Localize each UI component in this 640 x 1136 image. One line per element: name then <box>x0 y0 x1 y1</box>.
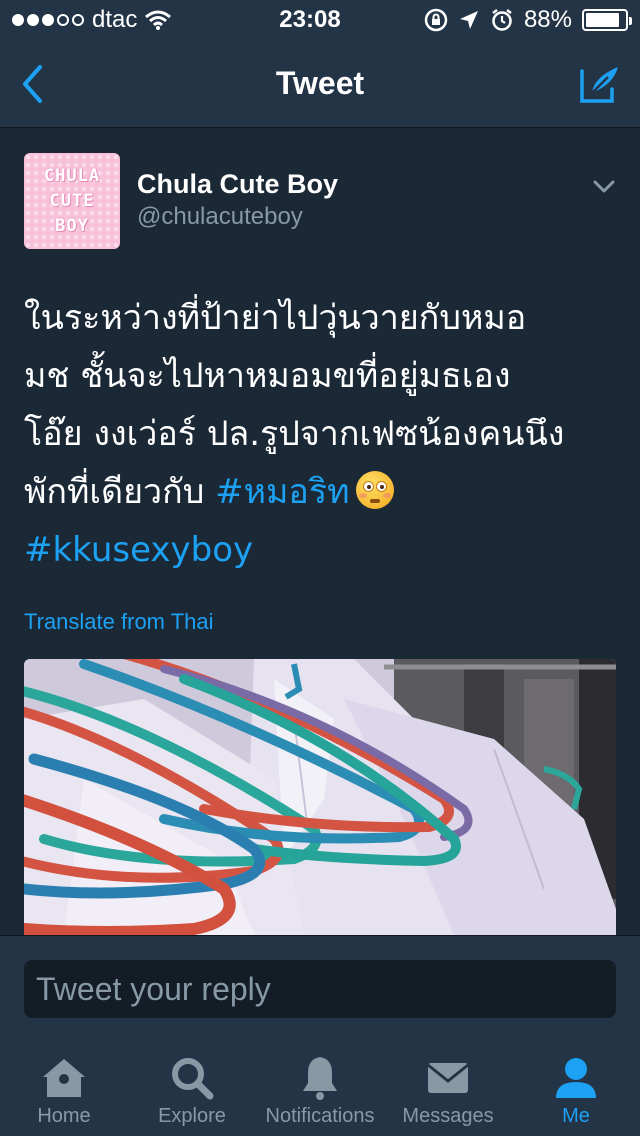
status-right: 88% <box>388 6 632 34</box>
tweet-text-line: มช ชั้นจะไปหาหมอมขที่อยู่มธเอง <box>24 356 511 396</box>
avatar-text-line: CUTE <box>49 190 95 211</box>
hashtag-link[interactable]: #kkusexyboy <box>24 521 620 579</box>
battery-icon <box>582 9 632 31</box>
tab-notifications[interactable]: Notifications <box>256 1041 384 1136</box>
tab-label: Me <box>562 1105 590 1127</box>
tweet-text-line: โอ๊ย งงเว่อร์ ปล.รูปจากเฟซน้องคนนึง <box>24 414 565 454</box>
tweet-detail-screen: dtac 23:08 88% Tweet CHULA CUTE BOY Chul… <box>0 0 640 1136</box>
envelope-icon <box>424 1055 472 1101</box>
tab-messages[interactable]: Messages <box>384 1041 512 1136</box>
avatar[interactable]: CHULA CUTE BOY <box>24 153 120 249</box>
wifi-icon <box>145 10 172 30</box>
status-bar: dtac 23:08 88% <box>0 0 640 40</box>
tweet-text-line: ในระหว่างที่ป้าย่าไปวุ่นวายกับหมอ <box>24 298 527 338</box>
chevron-left-icon <box>23 65 42 103</box>
tab-home[interactable]: Home <box>0 1041 128 1136</box>
author-handle[interactable]: @chulacuteboy <box>137 203 303 231</box>
avatar-text-line: BOY <box>55 215 89 236</box>
battery-percentage: 88% <box>523 6 572 33</box>
tab-label: Explore <box>158 1105 226 1127</box>
tweet-text: ในระหว่างที่ป้าย่าไปวุ่นวายกับหมอ มช ชั้… <box>24 289 620 579</box>
compose-tweet-button[interactable] <box>574 60 626 108</box>
bell-icon <box>296 1055 344 1101</box>
status-left: dtac <box>12 6 232 34</box>
status-time: 23:08 <box>279 6 341 33</box>
tweet-photo[interactable] <box>24 659 616 935</box>
avatar-text-line: CHULA <box>43 165 101 186</box>
search-icon <box>168 1055 216 1101</box>
tab-label: Home <box>37 1105 91 1127</box>
back-button[interactable] <box>12 60 52 108</box>
tab-label: Messages <box>402 1105 494 1127</box>
chevron-down-icon <box>593 180 615 193</box>
hashtag-link[interactable]: #หมอริท <box>215 472 349 512</box>
compose-tweet-icon <box>580 67 618 103</box>
flushed-face-emoji <box>355 471 394 509</box>
tab-label: Notifications <box>265 1105 375 1127</box>
page-title: Tweet <box>275 65 365 101</box>
author-name[interactable]: Chula Cute Boy <box>137 169 338 200</box>
hangers-and-white-shirts-photo <box>24 659 616 935</box>
reply-input[interactable] <box>24 960 616 1018</box>
tweet-detail: CHULA CUTE BOY Chula Cute Boy @chulacute… <box>0 129 640 935</box>
navigation-bar: Tweet <box>0 40 640 128</box>
rotation-lock-icon <box>424 8 448 32</box>
tab-bar: Home Explore Notifications Messages Me <box>0 1041 640 1136</box>
tweet-text-line-with-hashtag: พักที่เดียวกับ #หมอริท <box>24 463 620 521</box>
battery-level <box>586 13 620 27</box>
tab-explore[interactable]: Explore <box>128 1041 256 1136</box>
alarm-clock-icon <box>492 9 512 31</box>
person-icon <box>552 1055 600 1101</box>
tab-me[interactable]: Me <box>512 1041 640 1136</box>
reply-bar <box>0 935 640 1041</box>
carrier-name: dtac <box>92 6 138 33</box>
signal-strength-icon <box>12 14 84 26</box>
location-arrow-icon <box>459 11 478 29</box>
tweet-text-line: พักที่เดียวกับ <box>24 472 216 512</box>
translate-link[interactable]: Translate from Thai <box>24 609 214 635</box>
tweet-options-button[interactable] <box>590 173 618 201</box>
home-icon <box>40 1055 88 1101</box>
